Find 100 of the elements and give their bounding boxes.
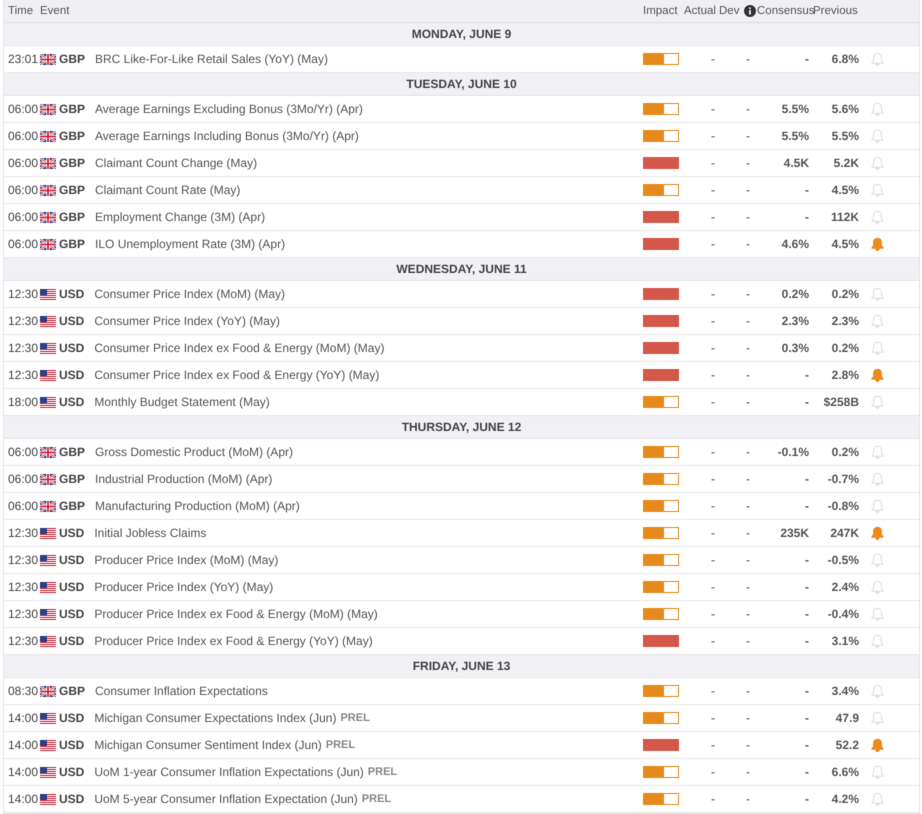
currency-code: USD [59,553,84,567]
flag-icon [40,636,56,646]
consensus-cell-text: -0.1% [776,445,810,459]
actual-cell-text: - [710,395,716,409]
bell-icon[interactable] [871,368,884,382]
previous-cell-text: 6.6% [830,765,860,779]
impact-bar [643,793,679,805]
event-name[interactable]: Producer Price Index (YoY) (May) [94,580,274,594]
time-cell-text: 06:00 [7,210,40,224]
previous-cell-text: 2.8% [830,368,860,382]
currency-code: USD [59,765,84,779]
consensus-cell-text: 5.5% [780,102,810,116]
time-cell-text: 12:30 [7,314,40,328]
column-header: Event [40,5,70,17]
event-name[interactable]: Producer Price Index ex Food & Energy (MoM) (May) [94,607,378,621]
event-name[interactable]: Consumer Price Index (MoM) (May) [94,287,286,301]
prel-tag: PREL [368,766,398,778]
event-name[interactable]: Initial Jobless Claims [94,526,206,540]
time-cell-text: 12:30 [7,553,40,567]
flag-icon [40,500,56,512]
impact-bar [643,446,679,458]
impact-bar [643,396,679,408]
event-name[interactable]: Employment Change (3M) (Apr) [95,210,266,224]
event-name[interactable]: Consumer Price Index ex Food & Energy (MoM) (May) [94,341,384,355]
flag-icon [40,554,56,566]
consensus-cell-text: 5.5% [780,129,810,143]
column-header: Time [7,5,34,17]
time-cell-text: 12:30 [7,368,40,382]
day-title: FRIDAY, JUNE 13 [412,659,510,673]
dev-cell-text: - [745,287,751,301]
flag-icon [40,54,56,64]
event-name[interactable]: Michigan Consumer Sentiment Index (Jun) [94,738,322,752]
currency-code: GBP [59,445,86,459]
consensus-cell-text: - [804,472,810,486]
dev-cell-text: - [745,237,751,251]
event-name[interactable]: Gross Domestic Product (MoM) (Apr) [95,445,294,459]
time-cell-text: 06:00 [7,237,40,251]
event-name[interactable]: Claimant Count Change (May) [95,156,258,170]
dev-cell-text: - [745,183,751,197]
info-icon[interactable] [744,5,756,17]
previous-cell-text: 0.2% [830,445,860,459]
event-name[interactable]: Consumer Price Index ex Food & Energy (YoY) (May) [94,368,380,382]
consensus-cell-text: - [804,368,810,382]
impact-bar [643,635,679,647]
currency-code: GBP [59,102,86,116]
previous-cell-text: 112K [830,210,860,224]
impact-bar [643,581,679,593]
event-name[interactable]: BRC Like-For-Like Retail Sales (YoY) (May) [95,52,328,66]
flag-icon [40,288,56,300]
event-name[interactable]: Producer Price Index ex Food & Energy (YoY) (May) [94,634,373,648]
consensus-cell-text: - [804,711,810,725]
event-name[interactable]: UoM 5-year Consumer Inflation Expectation (Jun) [94,792,358,806]
time-cell-text: 08:30 [7,684,40,698]
flag-icon [40,212,56,222]
event-name[interactable]: Average Earnings Excluding Bonus (3Mo/Yr) (Apr) [95,102,363,116]
actual-cell-text: - [710,607,716,621]
event-name[interactable]: Manufacturing Production (MoM) (Apr) [95,499,300,513]
impact-bar [643,315,679,327]
flag-icon [40,158,56,168]
previous-cell-text: 5.5% [830,129,860,143]
previous-cell-text: -0.5% [826,553,860,567]
consensus-cell-text: 4.6% [780,237,810,251]
event-name[interactable]: Michigan Consumer Expectations Index (Jun) [94,711,336,725]
previous-cell-text: 247K [829,526,860,540]
flag-icon [40,104,56,114]
event-name[interactable]: Monthly Budget Statement (May) [94,395,270,409]
flag-icon [40,528,56,538]
currency-code: USD [59,792,84,806]
time-cell-text: 23:01 [7,52,40,66]
time-cell-text: 14:00 [7,711,40,725]
event-name[interactable]: Claimant Count Rate (May) [95,183,240,197]
dev-cell-text: - [745,314,751,328]
time-cell-text: 06:00 [7,499,40,513]
time-cell-text: 06:00 [7,129,40,143]
dev-cell-text: - [745,580,751,594]
currency-code: USD [59,341,84,355]
dev-cell-text: - [745,553,751,567]
dev-cell-text: - [745,395,751,409]
actual-cell-text: - [710,341,716,355]
event-name[interactable]: Consumer Inflation Expectations [95,684,268,698]
event-name[interactable]: Producer Price Index (MoM) (May) [94,553,278,567]
consensus-cell-text: - [804,395,810,409]
consensus-cell-text: - [804,792,810,806]
event-name[interactable]: UoM 1-year Consumer Inflation Expectations (Jun) [94,765,364,779]
dev-cell-text: - [745,526,751,540]
bell-icon[interactable] [871,738,884,752]
bell-icon[interactable] [871,237,884,251]
event-name[interactable]: Consumer Price Index (YoY) (May) [94,314,280,328]
impact-bar [643,473,679,485]
flag-icon [40,766,56,778]
consensus-cell-text: - [804,607,810,621]
flag-icon [40,184,56,196]
event-name[interactable]: Industrial Production (MoM) (Apr) [95,472,272,486]
dev-cell-text: - [745,52,751,66]
impact-bar [643,369,679,381]
previous-cell-text: 5.2K [832,156,860,170]
event-name[interactable]: Average Earnings Including Bonus (3Mo/Yr) (Apr) [95,129,359,143]
dev-cell-text: - [745,711,751,725]
event-name[interactable]: ILO Unemployment Rate (3M) (Apr) [95,237,286,251]
bell-icon[interactable] [871,526,884,540]
